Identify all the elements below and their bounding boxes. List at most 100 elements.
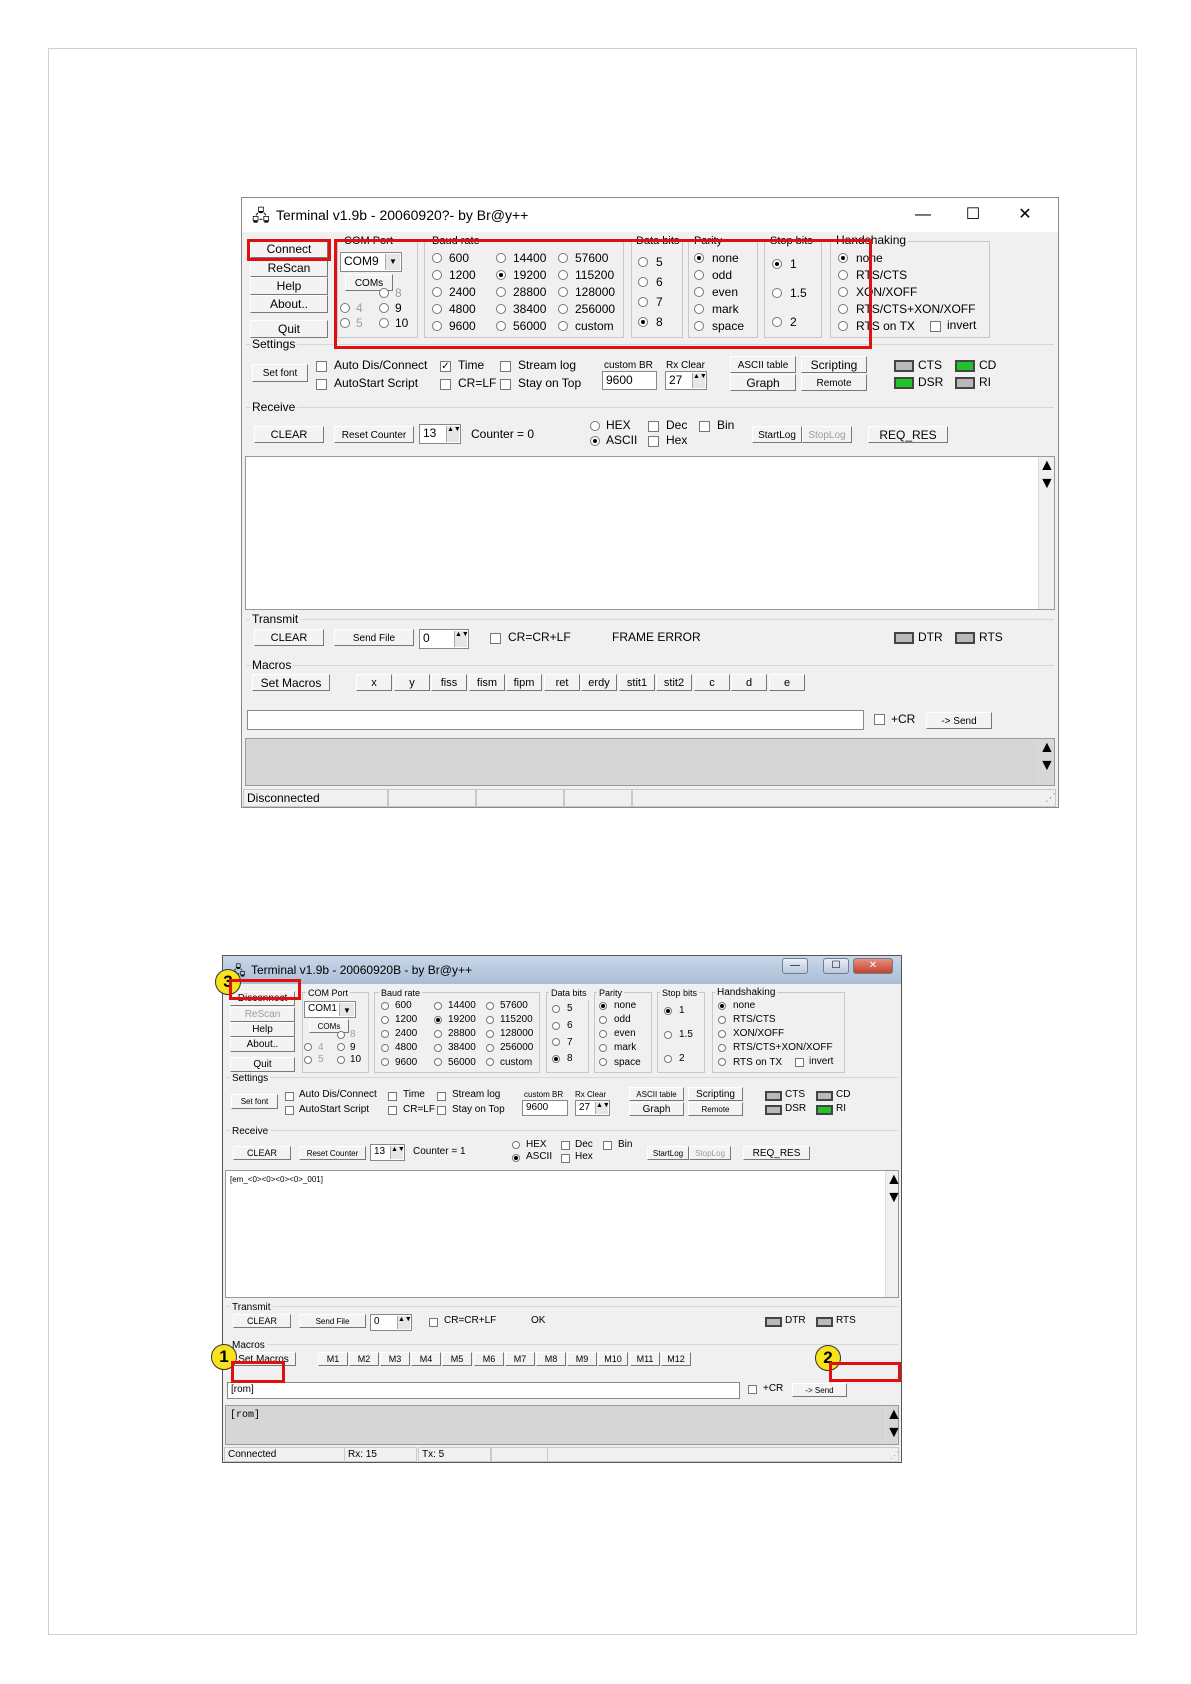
main-button-quit[interactable]: Quit bbox=[230, 1057, 295, 1072]
handshaking-radio-rtsontx[interactable] bbox=[718, 1058, 726, 1066]
crlf-checkbox[interactable] bbox=[440, 379, 451, 390]
stop-bits-radio-1-5[interactable] bbox=[664, 1031, 672, 1039]
stream-log-checkbox[interactable] bbox=[500, 361, 511, 372]
main-button-about[interactable]: About.. bbox=[230, 1037, 295, 1052]
baud-radio-1200[interactable] bbox=[381, 1016, 389, 1024]
transmit-spinner[interactable]: 0 ▲▼ bbox=[370, 1314, 412, 1331]
stoplog-button[interactable]: StopLog bbox=[689, 1146, 731, 1160]
graph-button[interactable]: Graph bbox=[730, 374, 796, 391]
auto-dis-connect-checkbox[interactable] bbox=[285, 1092, 294, 1101]
transmit-input[interactable]: [rom] bbox=[227, 1382, 740, 1399]
hex-radio[interactable] bbox=[512, 1141, 520, 1149]
baud-radio-2400[interactable] bbox=[381, 1030, 389, 1038]
set-font-button[interactable]: Set font bbox=[252, 364, 308, 382]
reset-counter-button[interactable]: Reset Counter bbox=[299, 1146, 366, 1160]
send-button[interactable]: -> Send bbox=[792, 1383, 847, 1397]
macro-button-fipm[interactable]: fipm bbox=[506, 674, 542, 691]
time-checkbox[interactable] bbox=[388, 1092, 397, 1101]
macro-button-x[interactable]: x bbox=[356, 674, 392, 691]
macro-button-m3[interactable]: M3 bbox=[380, 1352, 410, 1366]
baud-radio-custom[interactable] bbox=[486, 1058, 494, 1066]
stop-bits-radio-2[interactable] bbox=[664, 1055, 672, 1063]
main-button-help[interactable]: Help bbox=[250, 277, 328, 295]
main-button-about[interactable]: About.. bbox=[250, 295, 328, 313]
macro-button-m11[interactable]: M11 bbox=[630, 1352, 660, 1366]
com-port-radio-10[interactable] bbox=[337, 1056, 345, 1064]
set-font-button[interactable]: Set font bbox=[231, 1094, 278, 1109]
baud-radio-4800[interactable] bbox=[381, 1044, 389, 1052]
baud-radio-256000[interactable] bbox=[486, 1044, 494, 1052]
maximize-button[interactable]: ☐ bbox=[950, 202, 996, 228]
spin-arrows-icon[interactable]: ▲▼ bbox=[454, 631, 468, 647]
baud-radio-600[interactable] bbox=[381, 1002, 389, 1010]
stream-log-checkbox[interactable] bbox=[437, 1092, 446, 1101]
transmit-clear-button[interactable]: CLEAR bbox=[254, 629, 324, 646]
autostart-script-checkbox[interactable] bbox=[316, 379, 327, 390]
cr-crlf-checkbox[interactable] bbox=[490, 633, 501, 644]
macro-button-y[interactable]: y bbox=[394, 674, 430, 691]
macro-button-m5[interactable]: M5 bbox=[442, 1352, 472, 1366]
invert-checkbox[interactable] bbox=[795, 1058, 804, 1067]
macro-button-c[interactable]: c bbox=[694, 674, 730, 691]
receive-scrollbar[interactable]: ▲ ▼ bbox=[885, 1171, 901, 1297]
req-res-button[interactable]: REQ_RES bbox=[868, 426, 948, 443]
ascii-table-button[interactable]: ASCII table bbox=[730, 356, 796, 373]
handshaking-radio-rtscts[interactable] bbox=[718, 1016, 726, 1024]
scripting-button[interactable]: Scripting bbox=[688, 1087, 743, 1101]
spin-arrows-icon[interactable]: ▲▼ bbox=[692, 373, 706, 388]
remote-button[interactable]: Remote bbox=[688, 1102, 743, 1116]
transmit-clear-button[interactable]: CLEAR bbox=[233, 1314, 291, 1328]
parity-radio-odd[interactable] bbox=[599, 1016, 607, 1024]
macro-button-stit1[interactable]: stit1 bbox=[619, 674, 655, 691]
counter-spinner[interactable]: 13 ▲▼ bbox=[370, 1144, 405, 1161]
main-button-quit[interactable]: Quit bbox=[250, 320, 328, 338]
maximize-button[interactable]: ☐ bbox=[823, 958, 849, 974]
sent-log-scrollbar[interactable]: ▲ ▼ bbox=[885, 1406, 901, 1444]
baud-radio-9600[interactable] bbox=[381, 1058, 389, 1066]
macro-button-ret[interactable]: ret bbox=[544, 674, 580, 691]
sent-log-scrollbar[interactable]: ▲ ▼ bbox=[1038, 739, 1055, 785]
scroll-down-icon[interactable]: ▼ bbox=[886, 1424, 901, 1442]
send-button[interactable]: -> Send bbox=[926, 712, 992, 729]
stoplog-button[interactable]: StopLog bbox=[802, 426, 852, 443]
graph-button[interactable]: Graph bbox=[629, 1102, 684, 1116]
macro-button-m12[interactable]: M12 bbox=[661, 1352, 691, 1366]
baud-radio-19200[interactable] bbox=[434, 1016, 442, 1024]
handshaking-radio-none[interactable] bbox=[718, 1002, 726, 1010]
macro-button-m6[interactable]: M6 bbox=[474, 1352, 504, 1366]
macro-button-m2[interactable]: M2 bbox=[349, 1352, 379, 1366]
parity-radio-even[interactable] bbox=[599, 1030, 607, 1038]
macro-button-m9[interactable]: M9 bbox=[567, 1352, 597, 1366]
hex-radio[interactable] bbox=[590, 421, 600, 431]
startlog-button[interactable]: StartLog bbox=[752, 426, 802, 443]
close-button[interactable]: ✕ bbox=[1002, 202, 1048, 228]
dec-checkbox[interactable] bbox=[648, 421, 659, 432]
ascii-radio[interactable] bbox=[512, 1154, 520, 1162]
baud-radio-14400[interactable] bbox=[434, 1002, 442, 1010]
spin-arrows-icon[interactable]: ▲▼ bbox=[397, 1316, 411, 1329]
bin-checkbox[interactable] bbox=[603, 1141, 612, 1150]
com-port-radio-8[interactable] bbox=[337, 1031, 345, 1039]
ascii-table-button[interactable]: ASCII table bbox=[629, 1087, 684, 1101]
scroll-up-icon[interactable]: ▲ bbox=[1039, 739, 1055, 757]
transmit-input[interactable] bbox=[247, 710, 864, 730]
stay-on-top-checkbox[interactable] bbox=[437, 1106, 446, 1115]
send-file-button[interactable]: Send File bbox=[334, 629, 414, 646]
macro-button-m10[interactable]: M10 bbox=[598, 1352, 628, 1366]
autostart-script-checkbox[interactable] bbox=[285, 1106, 294, 1115]
plus-cr-checkbox[interactable] bbox=[874, 714, 885, 725]
data-bits-radio-7[interactable] bbox=[552, 1038, 560, 1046]
macro-button-fism[interactable]: fism bbox=[469, 674, 505, 691]
parity-radio-space[interactable] bbox=[599, 1058, 607, 1066]
baud-radio-28800[interactable] bbox=[434, 1030, 442, 1038]
baud-radio-56000[interactable] bbox=[434, 1058, 442, 1066]
hex-checkbox[interactable] bbox=[561, 1154, 570, 1163]
crlf-checkbox[interactable] bbox=[388, 1106, 397, 1115]
baud-radio-57600[interactable] bbox=[486, 1002, 494, 1010]
handshaking-radio-rtsctsxonxoff[interactable] bbox=[718, 1044, 726, 1052]
main-button-help[interactable]: Help bbox=[230, 1022, 295, 1037]
dec-checkbox[interactable] bbox=[561, 1141, 570, 1150]
plus-cr-checkbox[interactable] bbox=[748, 1385, 757, 1394]
receive-scrollbar[interactable]: ▲ ▼ bbox=[1038, 457, 1055, 609]
transmit-spinner[interactable]: 0 ▲▼ bbox=[419, 629, 469, 649]
